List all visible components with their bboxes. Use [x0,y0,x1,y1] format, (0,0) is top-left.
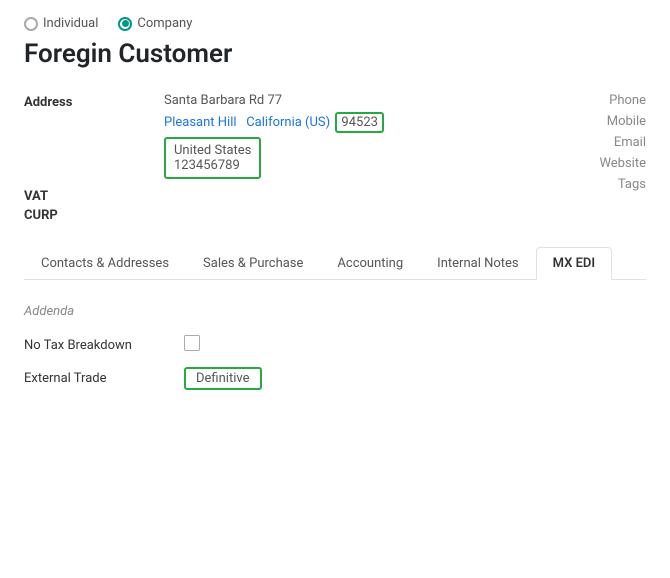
external-trade-label: External Trade [24,371,184,386]
radio-group: Individual Company [24,16,646,31]
individual-label: Individual [43,16,98,31]
right-labels: Phone Mobile Email Website Tags [599,93,646,192]
external-trade-row: External Trade Definitive [24,367,646,390]
city-state-line: Pleasant Hill California (US) 94523 [164,112,646,133]
company-label: Company [137,16,192,31]
tabs-container: Contacts & Addresses Sales & Purchase Ac… [24,247,646,280]
form-section: Address Santa Barbara Rd 77 Pleasant Hil… [24,93,646,223]
address-field-row: Address Santa Barbara Rd 77 Pleasant Hil… [24,93,646,179]
curp-row: CURP [24,206,646,223]
tab-notes[interactable]: Internal Notes [420,247,535,279]
external-trade-value: Definitive [184,367,262,390]
no-tax-breakdown-row: No Tax Breakdown [24,335,646,355]
zip-value: 94523 [335,112,384,133]
country-value: United States [174,143,251,158]
individual-radio[interactable]: Individual [24,16,98,31]
section-label: Addenda [24,304,646,319]
country-vat-block: United States 123456789 [164,137,646,179]
company-radio[interactable]: Company [118,16,192,31]
street-line: Santa Barbara Rd 77 [164,93,646,108]
individual-radio-icon [24,17,38,31]
curp-label: CURP [24,206,164,223]
no-tax-breakdown-checkbox[interactable] [184,335,200,351]
email-label: Email [614,135,646,150]
tags-label: Tags [618,177,646,192]
tab-contacts[interactable]: Contacts & Addresses [24,247,186,279]
tab-mxedi[interactable]: MX EDI [536,247,613,280]
tab-accounting[interactable]: Accounting [320,247,420,279]
company-radio-icon [118,17,132,31]
vat-number-value: 123456789 [174,158,251,173]
no-tax-breakdown-label: No Tax Breakdown [24,338,184,353]
definitive-badge[interactable]: Definitive [184,367,262,390]
address-value: Santa Barbara Rd 77 Pleasant Hill Califo… [164,93,646,179]
website-label: Website [599,156,646,171]
no-tax-breakdown-value [184,335,200,355]
mobile-label: Mobile [607,114,646,129]
city-link[interactable]: Pleasant Hill [164,115,237,130]
phone-label: Phone [609,93,646,108]
vat-row: VAT [24,187,646,204]
state-link[interactable]: California (US) [246,115,330,130]
page-title: Foregin Customer [24,39,646,69]
address-label: Address [24,93,164,110]
tab-content-mxedi: Addenda No Tax Breakdown External Trade … [24,296,646,410]
vat-label: VAT [24,187,164,204]
tab-sales[interactable]: Sales & Purchase [186,247,320,279]
country-vat-highlight: United States 123456789 [164,137,261,179]
